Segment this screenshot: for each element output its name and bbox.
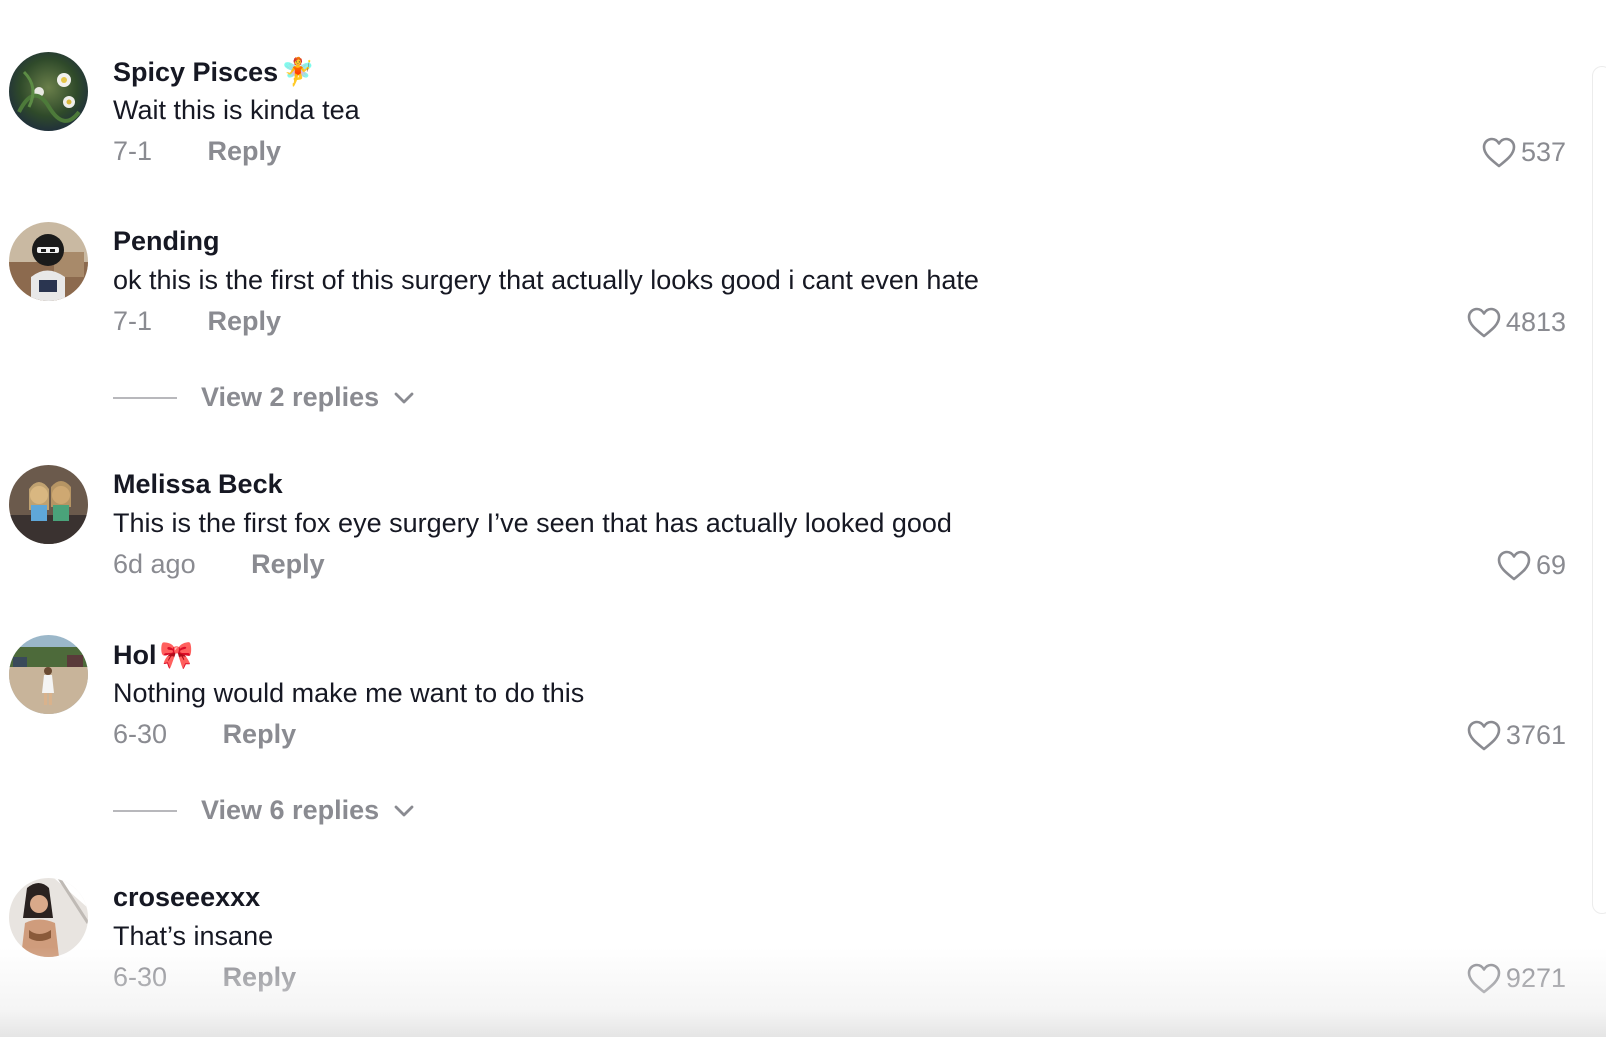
chevron-down-icon [394, 392, 414, 403]
fairy-icon: 🧚 [281, 57, 315, 87]
like-count: 69 [1535, 550, 1566, 580]
comment-date: 6-30 [113, 719, 168, 749]
like-count: 4813 [1505, 307, 1566, 337]
side-panel-edge [1592, 66, 1606, 914]
reply-button[interactable]: Reply [208, 136, 282, 167]
comment-meta: 7-1 Reply [113, 136, 281, 167]
comment-username[interactable]: Spicy Pisces 🧚 [113, 56, 315, 88]
avatar[interactable] [9, 222, 88, 301]
divider-line [113, 809, 177, 812]
comment-date: 7-1 [113, 306, 153, 336]
heart-icon [1467, 720, 1501, 751]
comment-date: 6d ago [113, 549, 196, 579]
like-count: 537 [1520, 137, 1566, 167]
heart-icon [1467, 307, 1501, 338]
comment-text: ok this is the first of this surgery tha… [113, 265, 979, 295]
heart-icon [1467, 963, 1501, 994]
comment-text: That’s insane [113, 921, 274, 951]
reply-button[interactable]: Reply [208, 306, 282, 337]
comment-username[interactable]: Melissa Beck [113, 469, 283, 500]
view-replies-label: View 6 replies [201, 795, 380, 825]
avatar[interactable] [9, 52, 88, 131]
comment-username[interactable]: Hol 🎀 [113, 639, 193, 671]
like-button[interactable]: 4813 [1466, 306, 1566, 339]
comment-text: Nothing would make me want to do this [113, 678, 585, 708]
comment-meta: 7-1 Reply [113, 306, 281, 337]
divider-line [113, 396, 177, 399]
avatar[interactable] [9, 465, 88, 544]
like-button[interactable]: 537 [1481, 136, 1566, 169]
like-count: 9271 [1505, 963, 1566, 993]
ribbon-icon: 🎀 [159, 640, 194, 670]
heart-icon [1497, 550, 1531, 581]
comment-meta: 6-30 Reply [113, 719, 296, 750]
reply-button[interactable]: Reply [251, 549, 325, 580]
chevron-down-icon [394, 805, 414, 816]
comment-username[interactable]: croseeexxx [113, 882, 260, 913]
comment-date: 6-30 [113, 962, 168, 992]
like-button[interactable]: 69 [1496, 549, 1566, 582]
comment-username[interactable]: Pending [113, 226, 220, 257]
view-replies-label: View 2 replies [201, 382, 380, 412]
avatar[interactable] [9, 635, 88, 714]
comment-date: 7-1 [113, 136, 153, 166]
like-button[interactable]: 3761 [1466, 719, 1566, 752]
avatar[interactable] [9, 878, 88, 957]
like-button[interactable]: 9271 [1466, 962, 1566, 995]
reply-button[interactable]: Reply [223, 719, 297, 750]
like-count: 3761 [1505, 720, 1566, 750]
heart-icon [1482, 137, 1516, 168]
view-replies-button[interactable]: View 2 replies [113, 382, 415, 413]
comment-text: Wait this is kinda tea [113, 95, 360, 125]
comment-meta: 6-30 Reply [113, 962, 296, 993]
comment-meta: 6d ago Reply [113, 549, 325, 580]
reply-button[interactable]: Reply [223, 962, 297, 993]
comment-text: This is the first fox eye surgery I’ve s… [113, 508, 952, 538]
view-replies-button[interactable]: View 6 replies [113, 795, 415, 826]
